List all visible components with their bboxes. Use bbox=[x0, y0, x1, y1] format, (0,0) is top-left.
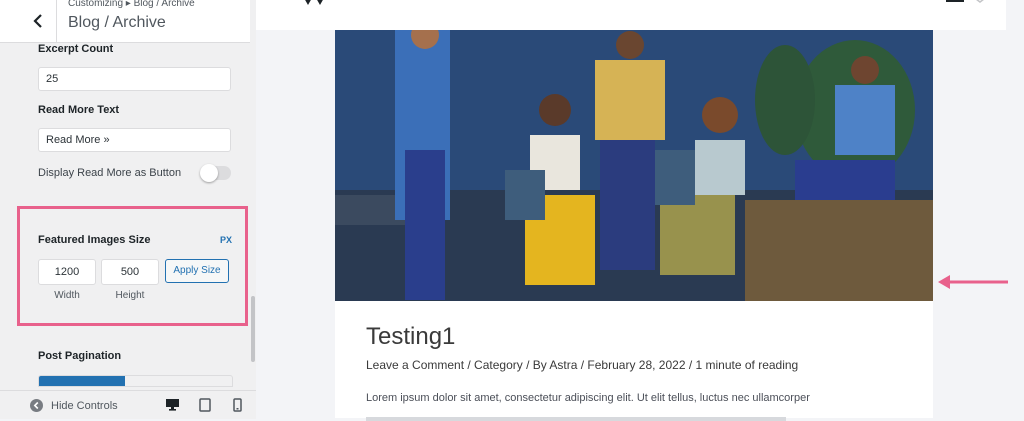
hide-controls-button[interactable]: Hide Controls bbox=[30, 399, 118, 412]
post-excerpt-continuation bbox=[366, 417, 786, 421]
back-arrow-icon bbox=[33, 14, 42, 28]
excerpt-count-label: Excerpt Count bbox=[38, 43, 114, 55]
customizer-panel: Customizing ▸ Blog / Archive Blog / Arch… bbox=[0, 0, 257, 419]
excerpt-count-input[interactable]: 25 bbox=[38, 67, 231, 91]
height-caption: Height bbox=[115, 290, 145, 301]
featured-images-label: Featured Images Size bbox=[38, 234, 151, 246]
toggle-knob bbox=[200, 164, 218, 182]
pagination-toggle[interactable] bbox=[38, 375, 233, 387]
panel-header: Customizing ▸ Blog / Archive Blog / Arch… bbox=[0, 0, 250, 43]
post-pagination-label: Post Pagination bbox=[38, 350, 122, 362]
width-caption: Width bbox=[54, 290, 80, 301]
panel-title: Blog / Archive bbox=[68, 14, 166, 31]
post-article: Testing1 Leave a Comment / Category / By… bbox=[335, 301, 933, 421]
apply-size-button[interactable]: Apply Size bbox=[165, 259, 229, 283]
read-more-label: Read More Text bbox=[38, 104, 120, 116]
post-meta: Leave a Comment / Category / By Astra / … bbox=[366, 358, 799, 372]
hide-controls-icon bbox=[30, 399, 43, 412]
unit-selector[interactable]: PX bbox=[220, 235, 232, 245]
hide-controls-label: Hide Controls bbox=[51, 399, 118, 412]
site-logo bbox=[305, 0, 323, 5]
post-excerpt: Lorem ipsum dolor sit amet, consectetur … bbox=[366, 392, 810, 404]
panel-scrollbar[interactable] bbox=[251, 296, 255, 362]
read-more-input[interactable]: Read More » bbox=[38, 128, 231, 152]
featured-image-photo bbox=[335, 30, 933, 301]
read-more-button-label: Display Read More as Button bbox=[38, 167, 182, 179]
mobile-icon[interactable] bbox=[233, 398, 242, 412]
panel-footer: Hide Controls bbox=[0, 390, 256, 419]
breadcrumb: Customizing ▸ Blog / Archive bbox=[68, 0, 195, 9]
width-input[interactable]: 1200 bbox=[38, 259, 96, 285]
desktop-icon[interactable] bbox=[165, 398, 180, 412]
tablet-icon[interactable] bbox=[199, 398, 211, 412]
menu-icon[interactable] bbox=[946, 0, 992, 4]
height-input[interactable]: 500 bbox=[101, 259, 159, 285]
featured-image[interactable] bbox=[335, 30, 933, 301]
post-title[interactable]: Testing1 bbox=[366, 323, 455, 351]
arrow-left-icon bbox=[938, 275, 1008, 289]
pagination-option-active[interactable] bbox=[39, 376, 125, 386]
back-button[interactable] bbox=[20, 0, 57, 42]
site-header bbox=[256, 0, 1006, 30]
read-more-button-toggle[interactable] bbox=[200, 164, 231, 182]
